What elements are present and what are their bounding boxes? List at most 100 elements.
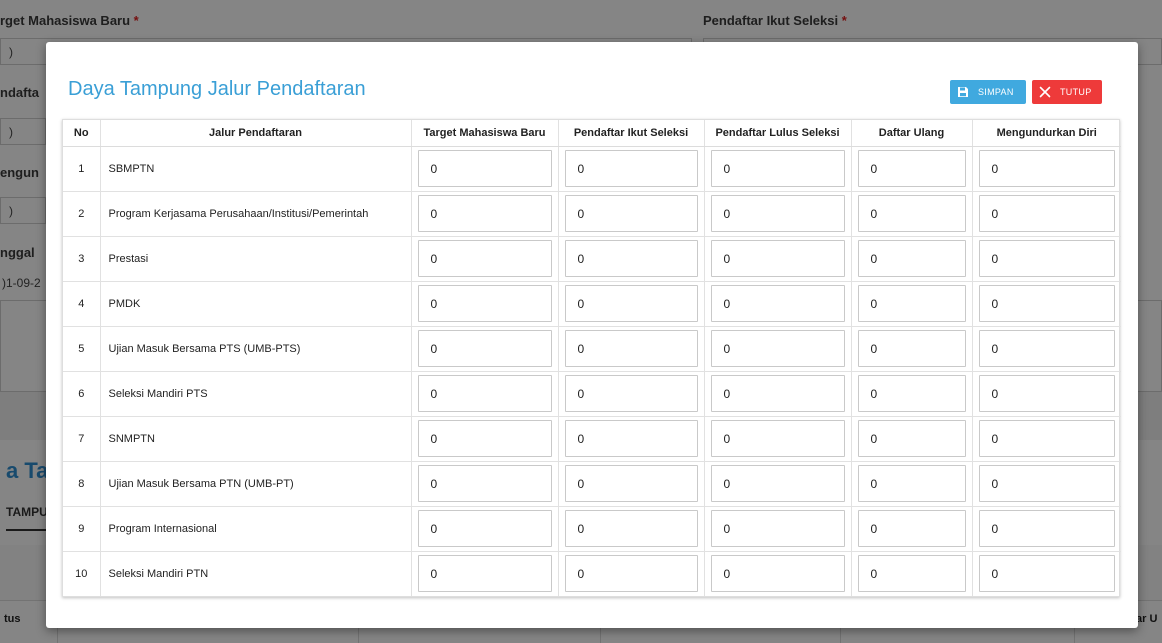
daftar-ulang-cell xyxy=(851,191,973,237)
mengundurkan-diri-input[interactable] xyxy=(978,240,1115,277)
pendaftar-lulus-input[interactable] xyxy=(710,285,845,322)
daftar-ulang-input[interactable] xyxy=(857,330,966,367)
col-header-jalur: Jalur Pendaftaran xyxy=(100,120,412,147)
pendaftar-ikut-cell xyxy=(558,281,705,327)
mengundurkan-diri-cell xyxy=(972,371,1121,417)
table-row: 9 Program Internasional xyxy=(63,506,1121,552)
daftar-ulang-cell xyxy=(851,146,973,192)
save-button-label: SIMPAN xyxy=(978,87,1014,97)
pendaftar-ikut-input[interactable] xyxy=(564,375,698,412)
target-mahasiswa-cell xyxy=(411,416,559,462)
target-mahasiswa-input[interactable] xyxy=(417,375,552,412)
table-row: 7 SNMPTN xyxy=(63,416,1121,462)
close-button[interactable]: TUTUP xyxy=(1032,80,1102,104)
target-mahasiswa-cell xyxy=(411,461,559,507)
pendaftar-ikut-input[interactable] xyxy=(564,330,698,367)
pendaftar-lulus-input[interactable] xyxy=(710,195,845,232)
pendaftar-ikut-input[interactable] xyxy=(564,420,698,457)
pendaftar-ikut-cell xyxy=(558,371,705,417)
table-row: 2 Program Kerjasama Perusahaan/Institusi/… xyxy=(63,191,1121,237)
daftar-ulang-input[interactable] xyxy=(857,150,966,187)
mengundurkan-diri-input[interactable] xyxy=(978,465,1115,502)
mengundurkan-diri-input[interactable] xyxy=(978,195,1115,232)
target-mahasiswa-input[interactable] xyxy=(417,465,552,502)
daftar-ulang-input[interactable] xyxy=(857,465,966,502)
mengundurkan-diri-input[interactable] xyxy=(978,420,1115,457)
col-header-ikut-seleksi: Pendaftar Ikut Seleksi xyxy=(558,120,705,147)
row-number: 5 xyxy=(63,326,101,372)
pendaftar-lulus-input[interactable] xyxy=(710,420,845,457)
pendaftar-ikut-input[interactable] xyxy=(564,150,698,187)
pendaftar-ikut-input[interactable] xyxy=(564,555,698,593)
mengundurkan-diri-input[interactable] xyxy=(978,150,1115,187)
daftar-ulang-input[interactable] xyxy=(857,375,966,412)
target-mahasiswa-cell xyxy=(411,146,559,192)
row-number: 8 xyxy=(63,461,101,507)
jalur-name: Program Internasional xyxy=(100,506,412,552)
pendaftar-ikut-cell xyxy=(558,551,705,596)
daftar-ulang-input[interactable] xyxy=(857,195,966,232)
daftar-ulang-cell xyxy=(851,371,973,417)
target-mahasiswa-input[interactable] xyxy=(417,420,552,457)
target-mahasiswa-cell xyxy=(411,326,559,372)
jalur-name: Seleksi Mandiri PTS xyxy=(100,371,412,417)
pendaftar-lulus-input[interactable] xyxy=(710,465,845,502)
pendaftar-lulus-cell xyxy=(704,146,852,192)
row-number: 2 xyxy=(63,191,101,237)
jalur-name: Program Kerjasama Perusahaan/Institusi/P… xyxy=(100,191,412,237)
mengundurkan-diri-cell xyxy=(972,326,1121,372)
pendaftar-ikut-input[interactable] xyxy=(564,285,698,322)
target-mahasiswa-cell xyxy=(411,506,559,552)
daftar-ulang-cell xyxy=(851,461,973,507)
pendaftar-ikut-input[interactable] xyxy=(564,465,698,502)
mengundurkan-diri-cell xyxy=(972,146,1121,192)
pendaftar-lulus-input[interactable] xyxy=(710,240,845,277)
pendaftar-lulus-input[interactable] xyxy=(710,150,845,187)
pendaftar-lulus-input[interactable] xyxy=(710,510,845,547)
mengundurkan-diri-cell xyxy=(972,281,1121,327)
target-mahasiswa-input[interactable] xyxy=(417,240,552,277)
pendaftar-ikut-input[interactable] xyxy=(564,510,698,547)
close-x-icon xyxy=(1039,86,1051,98)
target-mahasiswa-input[interactable] xyxy=(417,195,552,232)
daftar-ulang-input[interactable] xyxy=(857,420,966,457)
target-mahasiswa-input[interactable] xyxy=(417,330,552,367)
target-mahasiswa-input[interactable] xyxy=(417,555,552,593)
daftar-ulang-input[interactable] xyxy=(857,555,966,593)
row-number: 3 xyxy=(63,236,101,282)
daftar-ulang-cell xyxy=(851,416,973,462)
mengundurkan-diri-input[interactable] xyxy=(978,285,1115,322)
pendaftar-lulus-input[interactable] xyxy=(710,555,845,593)
mengundurkan-diri-input[interactable] xyxy=(978,330,1115,367)
col-header-mengundurkan-diri: Mengundurkan Diri xyxy=(972,120,1121,147)
pendaftar-lulus-cell xyxy=(704,371,852,417)
daftar-ulang-cell xyxy=(851,551,973,596)
pendaftar-lulus-cell xyxy=(704,461,852,507)
pendaftar-lulus-input[interactable] xyxy=(710,375,845,412)
mengundurkan-diri-input[interactable] xyxy=(978,510,1115,547)
daya-tampung-table-container: No Jalur Pendaftaran Target Mahasiswa Ba… xyxy=(62,119,1121,597)
mengundurkan-diri-input[interactable] xyxy=(978,555,1115,593)
table-row: 3 Prestasi xyxy=(63,236,1121,282)
target-mahasiswa-input[interactable] xyxy=(417,285,552,322)
pendaftar-ikut-input[interactable] xyxy=(564,240,698,277)
save-button[interactable]: SIMPAN xyxy=(950,80,1026,104)
target-mahasiswa-input[interactable] xyxy=(417,510,552,547)
pendaftar-lulus-cell xyxy=(704,326,852,372)
target-mahasiswa-cell xyxy=(411,236,559,282)
daftar-ulang-cell xyxy=(851,326,973,372)
modal-title: Daya Tampung Jalur Pendaftaran xyxy=(68,78,366,100)
pendaftar-lulus-input[interactable] xyxy=(710,330,845,367)
daftar-ulang-input[interactable] xyxy=(857,285,966,322)
target-mahasiswa-input[interactable] xyxy=(417,150,552,187)
row-number: 1 xyxy=(63,146,101,192)
table-row: 5 Ujian Masuk Bersama PTS (UMB-PTS) xyxy=(63,326,1121,372)
jalur-name: SNMPTN xyxy=(100,416,412,462)
mengundurkan-diri-input[interactable] xyxy=(978,375,1115,412)
table-row: 8 Ujian Masuk Bersama PTN (UMB-PT) xyxy=(63,461,1121,507)
daftar-ulang-input[interactable] xyxy=(857,510,966,547)
row-number: 7 xyxy=(63,416,101,462)
col-header-target: Target Mahasiswa Baru xyxy=(411,120,559,147)
daftar-ulang-input[interactable] xyxy=(857,240,966,277)
pendaftar-ikut-input[interactable] xyxy=(564,195,698,232)
